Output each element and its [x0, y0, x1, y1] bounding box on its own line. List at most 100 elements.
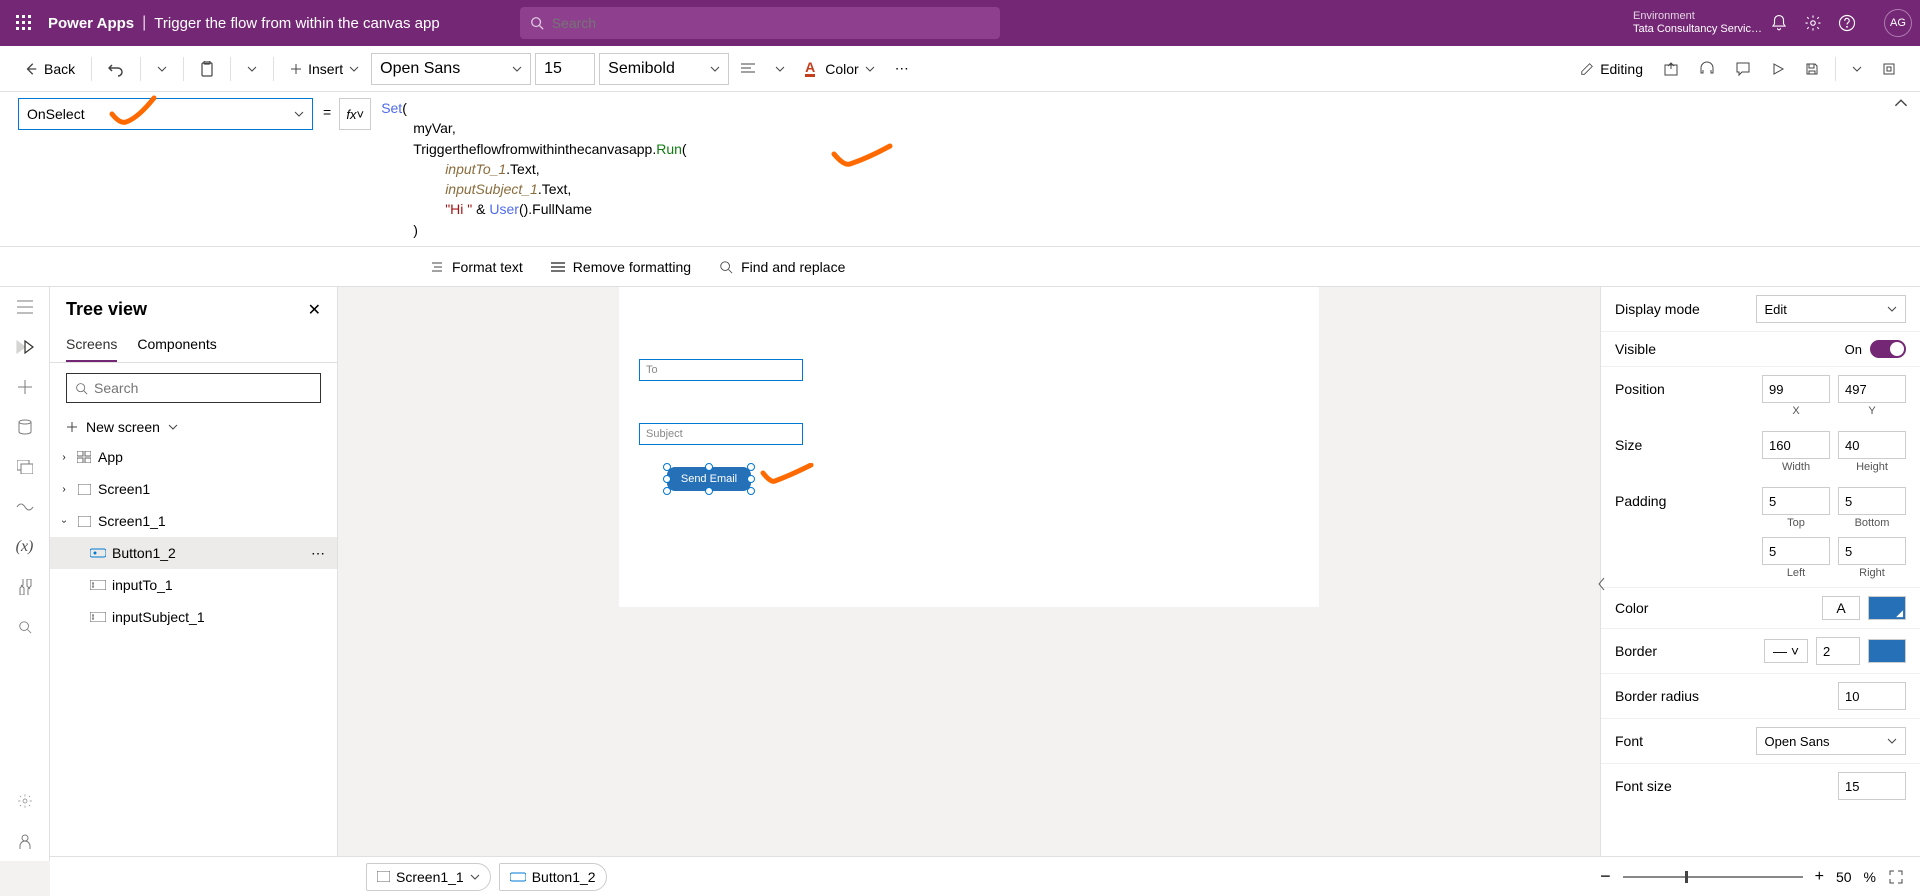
fx-button[interactable]: fx˅ — [339, 98, 371, 130]
tools-icon[interactable] — [15, 577, 35, 597]
save-button[interactable] — [1797, 53, 1827, 85]
share-button[interactable] — [1655, 53, 1687, 85]
border-style-dropdown[interactable]: — ˅ — [1764, 639, 1808, 663]
display-mode-dropdown[interactable]: Edit — [1756, 295, 1907, 323]
help-icon[interactable] — [1838, 14, 1856, 32]
border-color-picker[interactable] — [1868, 639, 1906, 663]
zoom-in-button[interactable]: + — [1815, 868, 1824, 886]
editing-mode[interactable]: Editing — [1572, 53, 1651, 85]
flow-icon[interactable] — [15, 497, 35, 517]
paste-button[interactable] — [192, 53, 222, 85]
canvas-area[interactable]: To Subject Send Email — [338, 287, 1600, 861]
visible-toggle[interactable] — [1870, 340, 1906, 358]
breadcrumb-screen[interactable]: Screen1_1 — [366, 863, 491, 891]
font-weight-dropdown[interactable]: Semibold — [599, 53, 729, 85]
breadcrumb-control[interactable]: Button1_2 — [499, 863, 607, 891]
tree-search[interactable] — [66, 373, 321, 403]
expand-props-button[interactable] — [1596, 574, 1608, 594]
tree-item-screen1[interactable]: › Screen1 — [50, 473, 337, 505]
tree-item-inputsubject[interactable]: inputSubject_1 — [50, 601, 337, 633]
paste-menu[interactable] — [239, 53, 265, 85]
tree-item-app[interactable]: › App — [50, 441, 337, 473]
position-x-input[interactable] — [1762, 375, 1830, 403]
tree-item-screen1-1[interactable]: › Screen1_1 — [50, 505, 337, 537]
format-text-button[interactable]: Format text — [430, 259, 523, 275]
add-icon[interactable] — [15, 377, 35, 397]
font-size-input[interactable]: 15 — [535, 53, 595, 85]
align-button[interactable] — [733, 53, 763, 85]
bell-icon[interactable] — [1770, 14, 1788, 32]
search-box[interactable] — [520, 7, 1000, 39]
tree-search-input[interactable] — [94, 380, 312, 396]
expand-formula-button[interactable] — [1894, 96, 1908, 110]
canvas-button-send[interactable]: Send Email — [667, 467, 751, 491]
search-input[interactable] — [552, 15, 990, 31]
padding-left-input[interactable] — [1762, 537, 1830, 565]
fit-to-window-button[interactable] — [1888, 869, 1904, 885]
insert-button[interactable]: Insert — [282, 53, 367, 85]
prop-font: Font Open Sans — [1601, 719, 1920, 764]
search-rail-icon[interactable] — [15, 617, 35, 637]
prop-size: Size — [1601, 423, 1920, 461]
comments-button[interactable] — [1727, 53, 1759, 85]
width-input[interactable] — [1762, 431, 1830, 459]
tree-view-icon[interactable] — [15, 337, 35, 357]
new-screen-button[interactable]: New screen — [50, 413, 337, 441]
variables-icon[interactable]: (x) — [15, 537, 35, 557]
undo-button[interactable] — [100, 53, 132, 85]
format-icon — [430, 261, 444, 273]
zoom-out-button[interactable]: − — [1600, 866, 1611, 887]
close-tree-button[interactable]: ✕ — [308, 300, 321, 320]
undo-menu[interactable] — [149, 53, 175, 85]
canvas[interactable]: To Subject Send Email — [619, 287, 1319, 607]
tree-item-inputto[interactable]: inputTo_1 — [50, 569, 337, 601]
avatar[interactable]: AG — [1884, 9, 1912, 37]
property-selector[interactable]: OnSelect — [18, 98, 313, 130]
tab-components[interactable]: Components — [137, 328, 216, 362]
find-replace-button[interactable]: Find and replace — [719, 259, 845, 275]
settings-rail-icon[interactable] — [15, 791, 35, 811]
zoom-slider[interactable] — [1623, 876, 1803, 878]
font-dropdown[interactable]: Open Sans — [371, 53, 531, 85]
align-menu[interactable] — [767, 53, 793, 85]
tree-item-button1-2[interactable]: Button1_2 ⋯ — [50, 537, 337, 569]
environment-picker[interactable]: Environment Tata Consultancy Servic… — [1633, 10, 1762, 36]
ai-copilot-icon[interactable] — [15, 831, 35, 851]
virtual-agent-button[interactable] — [1691, 53, 1723, 85]
chevron-down-icon — [470, 872, 480, 882]
more-icon[interactable]: ⋯ — [311, 545, 325, 562]
position-y-input[interactable] — [1838, 375, 1906, 403]
hamburger-icon[interactable] — [15, 297, 35, 317]
data-icon[interactable] — [15, 417, 35, 437]
height-input[interactable] — [1838, 431, 1906, 459]
gear-icon[interactable] — [1804, 14, 1822, 32]
color-button[interactable]: A Color — [797, 53, 883, 85]
chevron-right-icon[interactable]: › — [58, 452, 70, 463]
chevron-right-icon[interactable]: › — [58, 484, 70, 495]
remove-formatting-button[interactable]: Remove formatting — [551, 259, 691, 275]
chevron-down-icon[interactable]: › — [59, 515, 70, 527]
tab-screens[interactable]: Screens — [66, 328, 117, 362]
brand[interactable]: Power Apps — [48, 15, 134, 32]
canvas-input-subject[interactable]: Subject — [639, 423, 803, 445]
border-radius-input[interactable] — [1838, 682, 1906, 710]
save-menu[interactable] — [1844, 53, 1870, 85]
chevron-down-icon — [710, 64, 720, 74]
border-width-input[interactable] — [1816, 637, 1860, 665]
canvas-input-to[interactable]: To — [639, 359, 803, 381]
waffle-icon[interactable] — [8, 7, 40, 39]
back-button[interactable]: Back — [16, 53, 83, 85]
padding-top-input[interactable] — [1762, 487, 1830, 515]
padding-right-input[interactable] — [1838, 537, 1906, 565]
publish-button[interactable] — [1874, 53, 1904, 85]
formula-editor[interactable]: Set( myVar, Triggertheflowfromwithinthec… — [371, 92, 1920, 246]
prop-border-radius: Border radius — [1601, 674, 1920, 719]
more-button[interactable]: ⋯ — [887, 53, 917, 85]
padding-bottom-input[interactable] — [1838, 487, 1906, 515]
font-color-picker[interactable]: A — [1822, 596, 1860, 620]
play-button[interactable] — [1763, 53, 1793, 85]
media-icon[interactable] — [15, 457, 35, 477]
fill-color-picker[interactable]: ◢ — [1868, 596, 1906, 620]
font-dropdown[interactable]: Open Sans — [1756, 727, 1907, 755]
font-size-input[interactable] — [1838, 772, 1906, 800]
